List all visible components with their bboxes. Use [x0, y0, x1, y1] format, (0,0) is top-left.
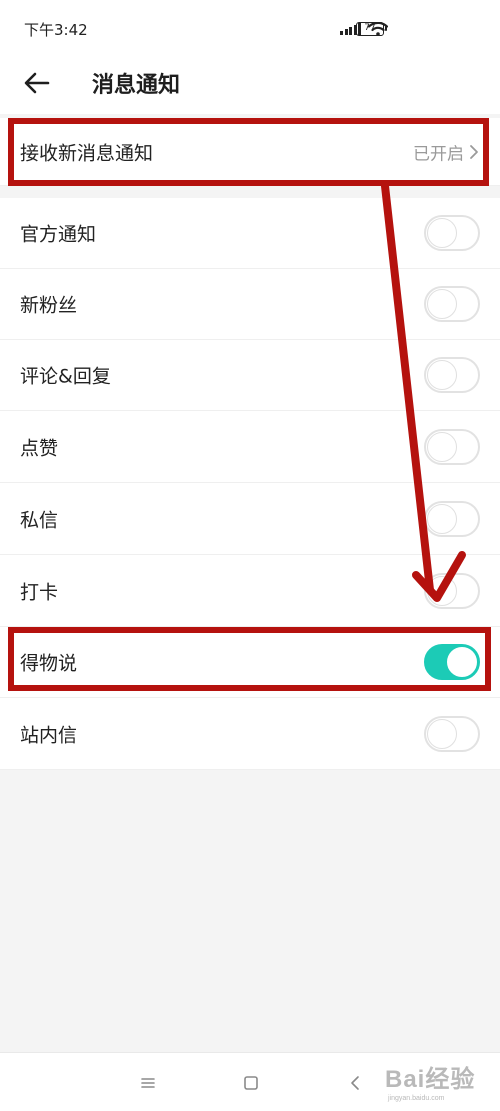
toggle-knob: [427, 360, 457, 390]
setting-row-messages[interactable]: 私信: [0, 483, 500, 555]
arrow-left-icon: [24, 72, 50, 94]
toggle-likes[interactable]: [424, 428, 480, 465]
setting-row-site-mail[interactable]: 站内信: [0, 698, 500, 770]
setting-label-official: 官方通知: [20, 223, 97, 246]
highlight-box-dewu-shuo: [8, 627, 491, 691]
setting-row-checkin[interactable]: 打卡: [0, 555, 500, 627]
setting-label-new-fans: 新粉丝: [20, 294, 78, 317]
setting-label-site-mail: 站内信: [20, 724, 78, 746]
setting-row-official[interactable]: 官方通知: [0, 198, 500, 269]
setting-label-messages: 私信: [20, 509, 59, 531]
setting-label-comments: 评论&回复: [20, 365, 111, 388]
toggle-checkin[interactable]: [424, 572, 480, 609]
watermark: Bai经验: [385, 1066, 476, 1093]
back-icon[interactable]: [345, 1073, 365, 1093]
battery-level: 77: [364, 23, 376, 33]
watermark-url: jingyan.baidu.com: [388, 1095, 445, 1102]
setting-row-new-fans[interactable]: 新粉丝: [0, 269, 500, 340]
menu-icon[interactable]: [138, 1073, 158, 1093]
toggle-knob: [427, 431, 457, 462]
toggle-site-mail[interactable]: [424, 715, 480, 752]
status-bar: 下午3:42 77: [0, 0, 500, 58]
header: 消息通知: [0, 58, 500, 114]
toggle-messages[interactable]: [424, 500, 480, 537]
home-icon[interactable]: [241, 1073, 261, 1093]
toggle-knob: [427, 289, 457, 319]
setting-label-likes: 点赞: [20, 437, 59, 459]
toggle-official[interactable]: [424, 215, 480, 251]
toggle-new-fans[interactable]: [424, 286, 480, 322]
toggle-comments[interactable]: [424, 357, 480, 393]
setting-label-checkin: 打卡: [20, 581, 59, 603]
setting-row-likes[interactable]: 点赞: [0, 411, 500, 483]
toggle-knob: [427, 503, 457, 534]
toggle-knob: [427, 218, 457, 248]
status-time: 下午3:42: [24, 21, 88, 39]
page-title: 消息通知: [92, 73, 181, 98]
highlight-box-receive: [8, 118, 489, 186]
battery-icon: 77: [356, 22, 387, 36]
toggle-knob: [427, 575, 457, 606]
toggle-knob: [427, 718, 457, 749]
setting-row-comments[interactable]: 评论&回复: [0, 340, 500, 411]
back-button[interactable]: [22, 68, 52, 98]
